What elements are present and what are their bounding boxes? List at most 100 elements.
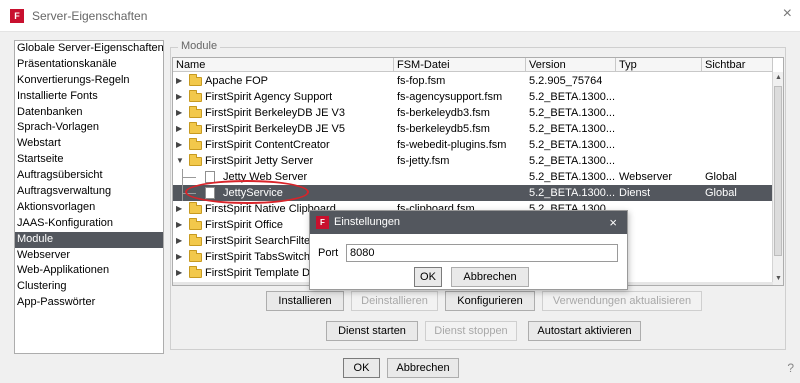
settings-cancel-button[interactable]: Abbrechen — [451, 267, 529, 287]
cell-fsm: fs-webedit-plugins.fsm — [397, 139, 507, 151]
window-titlebar: F Server-Eigenschaften × — [0, 0, 800, 32]
modules-group-title: Module — [178, 40, 221, 52]
expand-arrow-icon[interactable]: ▶ — [176, 249, 186, 265]
collapse-arrow-icon[interactable]: ▼ — [176, 153, 186, 169]
folder-icon — [189, 266, 202, 278]
sidebar-item[interactable]: Webserver — [15, 248, 163, 264]
table-row[interactable]: ▶ FirstSpirit ContentCreator fs-webedit-pl… — [173, 137, 773, 153]
scroll-down-icon[interactable]: ▼ — [773, 273, 783, 285]
install-button[interactable]: Installieren — [266, 291, 344, 311]
cell-version: 5.2_BETA.1300... — [529, 123, 616, 135]
table-row[interactable]: ▶ Apache FOP fs-fop.fsm 5.2.905_75764 — [173, 73, 773, 89]
column-header-typ[interactable]: Typ — [616, 58, 702, 72]
table-header: Name FSM-Datei Version Typ Sichtbar — [173, 58, 773, 72]
ok-button[interactable]: OK — [343, 358, 380, 378]
sidebar-item[interactable]: Startseite — [15, 152, 163, 168]
cell-name: FirstSpirit TabsSwitch — [205, 251, 310, 263]
cell-name: JettyService — [223, 187, 283, 199]
folder-icon — [189, 122, 202, 134]
table-row[interactable]: ▶ FirstSpirit BerkeleyDB JE V5 fs-berkeley… — [173, 121, 773, 137]
start-service-button[interactable]: Dienst starten — [326, 321, 418, 341]
scrollbar-thumb[interactable] — [774, 86, 782, 256]
cell-fsm: fs-fop.fsm — [397, 75, 446, 87]
expand-arrow-icon[interactable]: ▶ — [176, 233, 186, 249]
table-row[interactable]: ▼ FirstSpirit Jetty Server fs-jetty.fsm 5.2… — [173, 153, 773, 169]
settings-ok-button[interactable]: OK — [414, 267, 442, 287]
sidebar-item[interactable]: Sprach-Vorlagen — [15, 120, 163, 136]
column-header-sichtbar[interactable]: Sichtbar — [702, 58, 773, 72]
properties-category-list[interactable]: Globale Server-Eigenschaften Präsentation… — [14, 40, 164, 354]
cancel-button[interactable]: Abbrechen — [387, 358, 459, 378]
sidebar-item[interactable]: Globale Server-Eigenschaften — [15, 41, 163, 57]
settings-dialog: F Einstellungen × Port 8080 OK Abbrechen — [309, 210, 628, 290]
cell-name: FirstSpirit Office — [205, 219, 284, 231]
cell-version: 5.2_BETA.1300... — [529, 139, 616, 151]
port-label: Port — [318, 247, 339, 259]
expand-arrow-icon[interactable]: ▶ — [176, 217, 186, 233]
app-logo-icon: F — [316, 216, 329, 229]
cell-name: FirstSpirit Jetty Server — [205, 155, 314, 167]
sidebar-item[interactable]: Konvertierungs-Regeln — [15, 73, 163, 89]
cell-name: Jetty Web Server — [223, 171, 308, 183]
table-row[interactable]: Jetty Web Server 5.2_BETA.1300... Webserve… — [173, 169, 773, 185]
expand-arrow-icon[interactable]: ▶ — [176, 105, 186, 121]
cell-version: 5.2_BETA.1300... — [529, 107, 616, 119]
expand-arrow-icon[interactable]: ▶ — [176, 89, 186, 105]
cell-typ: Dienst — [619, 187, 651, 199]
sidebar-item[interactable]: Clustering — [15, 279, 163, 295]
uninstall-button[interactable]: Deinstallieren — [351, 291, 438, 311]
update-usages-button[interactable]: Verwendungen aktualisieren — [542, 291, 702, 311]
sidebar-item[interactable]: Installierte Fonts — [15, 89, 163, 105]
folder-icon — [189, 202, 202, 214]
sidebar-item[interactable]: Module — [15, 231, 163, 248]
column-header-fsm[interactable]: FSM-Datei — [394, 58, 526, 72]
table-row[interactable]: ▶ FirstSpirit Agency Support fs-agencysupp… — [173, 89, 773, 105]
scroll-up-icon[interactable]: ▲ — [773, 72, 783, 84]
expand-arrow-icon[interactable]: ▶ — [176, 73, 186, 89]
tree-connector-line — [182, 177, 196, 178]
cell-name: FirstSpirit BerkeleyDB JE V5 — [205, 123, 345, 135]
sidebar-item[interactable]: Datenbanken — [15, 105, 163, 121]
expand-arrow-icon[interactable]: ▶ — [176, 137, 186, 153]
cell-name: FirstSpirit BerkeleyDB JE V3 — [205, 107, 345, 119]
cell-version: 5.2.905_75764 — [529, 75, 603, 87]
stop-service-button[interactable]: Dienst stoppen — [425, 321, 517, 341]
expand-arrow-icon[interactable]: ▶ — [176, 265, 186, 281]
column-header-version[interactable]: Version — [526, 58, 616, 72]
expand-arrow-icon[interactable]: ▶ — [176, 121, 186, 137]
help-icon[interactable]: ? — [787, 361, 794, 375]
table-vertical-scrollbar[interactable]: ▲ ▼ — [772, 72, 783, 285]
cell-fsm: fs-berkeleydb5.fsm — [397, 123, 490, 135]
folder-icon — [189, 90, 202, 102]
table-row[interactable]: ▶ FirstSpirit BerkeleyDB JE V3 fs-berkeley… — [173, 105, 773, 121]
app-logo-icon: F — [10, 9, 24, 23]
column-header-name[interactable]: Name — [173, 58, 394, 72]
settings-dialog-close-icon[interactable]: × — [609, 211, 617, 234]
sidebar-item[interactable]: App-Passwörter — [15, 295, 163, 311]
port-input[interactable]: 8080 — [346, 244, 618, 262]
cell-sichtbar: Global — [705, 187, 737, 199]
cell-version: 5.2_BETA.1300... — [529, 171, 616, 183]
sidebar-item[interactable]: Auftragsübersicht — [15, 168, 163, 184]
sidebar-item[interactable]: Präsentationskanäle — [15, 57, 163, 73]
sidebar-item[interactable]: Webstart — [15, 136, 163, 152]
folder-icon — [189, 74, 202, 86]
expand-arrow-icon[interactable]: ▶ — [176, 201, 186, 217]
folder-icon — [189, 106, 202, 118]
configure-button[interactable]: Konfigurieren — [445, 291, 535, 311]
cell-name: Apache FOP — [205, 75, 268, 87]
file-icon — [205, 187, 215, 199]
folder-icon — [189, 138, 202, 150]
window-close-icon[interactable]: × — [783, 5, 792, 23]
sidebar-item[interactable]: JAAS-Konfiguration — [15, 216, 163, 232]
sidebar-item[interactable]: Web-Applikationen — [15, 263, 163, 279]
cell-typ: Webserver — [619, 171, 672, 183]
cell-sichtbar: Global — [705, 171, 737, 183]
autostart-button[interactable]: Autostart aktivieren — [528, 321, 641, 341]
tree-connector-line — [182, 193, 196, 194]
cell-fsm: fs-berkeleydb3.fsm — [397, 107, 490, 119]
sidebar-item[interactable]: Auftragsverwaltung — [15, 184, 163, 200]
table-row[interactable]: JettyService 5.2_BETA.1300... Dienst Global — [173, 185, 773, 201]
sidebar-item[interactable]: Aktionsvorlagen — [15, 200, 163, 216]
folder-icon — [189, 218, 202, 230]
